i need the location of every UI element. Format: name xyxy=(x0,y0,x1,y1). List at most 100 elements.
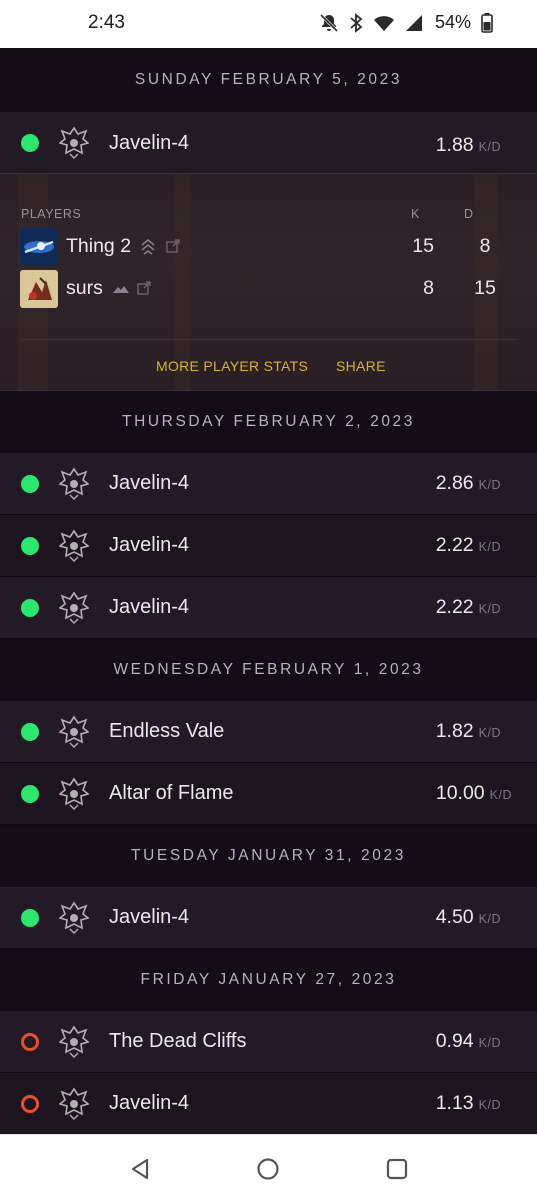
kd-value: 10.00 xyxy=(435,782,485,804)
game-row[interactable]: Javelin-4 2.22 K/D xyxy=(0,577,537,639)
kd-unit: K/D xyxy=(478,478,501,492)
kd-value: 0.94 xyxy=(435,1030,474,1052)
home-icon[interactable] xyxy=(256,1157,280,1181)
map-name: Javelin-4 xyxy=(109,534,190,556)
game-row[interactable]: The Dead Cliffs 0.94 K/D xyxy=(0,1011,537,1073)
kd-value: 1.82 xyxy=(435,720,474,742)
kills-column-header: K xyxy=(411,207,420,221)
date-header: TUESDAY JANUARY 31, 2023 xyxy=(131,847,406,864)
back-icon[interactable] xyxy=(128,1157,152,1181)
map-name: The Dead Cliffs xyxy=(109,1030,247,1052)
kd-unit: K/D xyxy=(478,1098,501,1112)
divider xyxy=(20,339,517,340)
map-name: Endless Vale xyxy=(109,720,225,742)
recents-icon[interactable] xyxy=(385,1157,409,1181)
date-header: FRIDAY JANUARY 27, 2023 xyxy=(140,971,397,988)
deaths-column-header: D xyxy=(464,207,474,221)
player-name[interactable]: surs xyxy=(66,277,103,300)
external-link-icon[interactable] xyxy=(166,239,180,253)
notifications-off-icon xyxy=(319,13,339,33)
map-name: Javelin-4 xyxy=(109,472,190,494)
more-player-stats-button[interactable]: MORE PLAYER STATS xyxy=(156,358,308,374)
kd-ratio: 10.00 K/D xyxy=(436,782,512,805)
share-button[interactable]: SHARE xyxy=(336,358,386,374)
date-header: SUNDAY FEBRUARY 5, 2023 xyxy=(134,71,403,88)
kd-unit: K/D xyxy=(478,912,501,926)
kd-ratio: 0.94 K/D xyxy=(436,1030,501,1053)
game-row[interactable]: Javelin-4 1.88 K/D xyxy=(0,112,537,174)
crucible-mode-icon xyxy=(59,1087,89,1120)
crucible-mode-icon xyxy=(59,126,89,159)
kd-value: 1.88 xyxy=(435,134,474,156)
win-indicator-icon xyxy=(21,784,39,803)
crucible-mode-icon xyxy=(59,1025,89,1058)
player-row[interactable]: surs 8 15 xyxy=(20,270,520,308)
crucible-mode-icon xyxy=(59,777,89,810)
game-row[interactable]: Endless Vale 1.82 K/D xyxy=(0,701,537,763)
kd-unit: K/D xyxy=(489,788,512,802)
win-indicator-icon xyxy=(21,474,39,493)
expanded-game-card[interactable]: Javelin-4 1.88 K/D PLAYERS K D Thing 2 1… xyxy=(0,112,537,391)
player-name[interactable]: Thing 2 xyxy=(66,235,131,258)
win-indicator-icon xyxy=(21,722,39,741)
loss-indicator-icon xyxy=(21,1094,39,1113)
kd-ratio: 1.82 K/D xyxy=(436,720,501,743)
map-name: Javelin-4 xyxy=(109,1092,190,1114)
kd-ratio: 2.22 K/D xyxy=(436,596,501,619)
battery-percent: 54% xyxy=(434,12,471,32)
player-deaths: 15 xyxy=(474,277,496,299)
status-bar: 2:43 54% xyxy=(0,0,537,48)
kd-unit: K/D xyxy=(478,602,501,616)
crucible-mode-icon xyxy=(59,467,89,500)
kd-ratio: 1.88 K/D xyxy=(436,134,501,157)
player-kills: 15 xyxy=(412,235,434,257)
kd-unit: K/D xyxy=(478,540,501,554)
kd-value: 2.22 xyxy=(435,596,474,618)
kd-value: 2.22 xyxy=(435,534,474,556)
system-navigation-bar xyxy=(0,1134,537,1200)
status-time: 2:43 xyxy=(88,12,125,33)
signal-icon xyxy=(405,14,423,32)
game-row[interactable]: Javelin-4 1.13 K/D xyxy=(0,1073,537,1134)
battery-icon xyxy=(481,12,493,33)
bluetooth-icon xyxy=(349,12,363,33)
loss-indicator-icon xyxy=(21,1032,39,1051)
kd-ratio: 4.50 K/D xyxy=(436,906,501,929)
player-row[interactable]: Thing 2 15 8 xyxy=(20,228,520,266)
map-name: Javelin-4 xyxy=(109,596,190,618)
map-name: Javelin-4 xyxy=(109,132,190,154)
wifi-icon xyxy=(373,14,395,32)
crucible-mode-icon xyxy=(59,715,89,748)
crucible-mode-icon xyxy=(59,529,89,562)
kd-ratio: 2.22 K/D xyxy=(436,534,501,557)
win-indicator-icon xyxy=(21,598,39,617)
players-label: PLAYERS xyxy=(21,207,82,221)
game-row[interactable]: Javelin-4 4.50 K/D xyxy=(0,887,537,949)
game-history-list[interactable]: SUNDAY FEBRUARY 5, 2023 Javelin-4 1.88 K… xyxy=(0,48,537,1134)
kd-value: 4.50 xyxy=(435,906,474,928)
date-header: WEDNESDAY FEBRUARY 1, 2023 xyxy=(113,661,424,678)
date-header: THURSDAY FEBRUARY 2, 2023 xyxy=(122,413,415,430)
status-icons: 54% xyxy=(319,12,493,33)
kd-value: 2.86 xyxy=(435,472,474,494)
player-kills: 8 xyxy=(423,277,434,299)
kd-unit: K/D xyxy=(478,140,501,154)
rank-mountain-icon xyxy=(113,286,129,293)
game-row[interactable]: Altar of Flame 10.00 K/D xyxy=(0,763,537,825)
kd-ratio: 2.86 K/D xyxy=(436,472,501,495)
win-indicator-icon xyxy=(21,908,39,927)
win-indicator-icon xyxy=(21,536,39,555)
rank-chevrons-icon xyxy=(141,239,155,255)
game-row[interactable]: Javelin-4 2.22 K/D xyxy=(0,515,537,577)
map-name: Javelin-4 xyxy=(109,906,190,928)
player-deaths: 8 xyxy=(479,235,491,257)
kd-unit: K/D xyxy=(478,726,501,740)
external-link-icon[interactable] xyxy=(137,281,151,295)
game-row[interactable]: Javelin-4 2.86 K/D xyxy=(0,453,537,515)
player-emblem xyxy=(20,228,58,266)
crucible-mode-icon xyxy=(59,901,89,934)
kd-value: 1.13 xyxy=(435,1092,474,1114)
kd-ratio: 1.13 K/D xyxy=(436,1092,501,1115)
map-name: Altar of Flame xyxy=(109,782,234,804)
crucible-mode-icon xyxy=(59,591,89,624)
